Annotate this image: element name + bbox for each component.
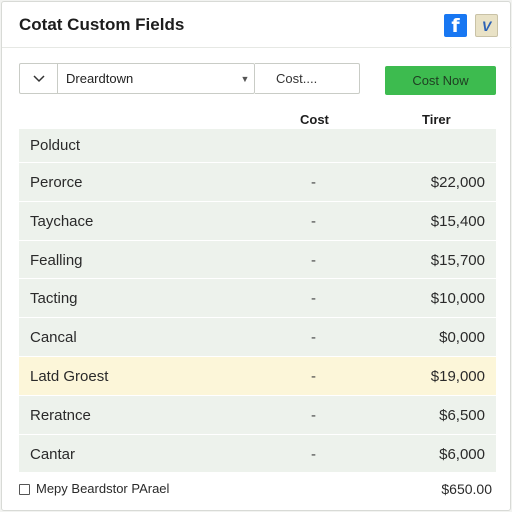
row-cost: - [311,367,316,385]
custom-fields-panel: Cotat Custom Fields f V Dreardtown ▼ Cos… [1,1,512,511]
row-price: $0,000 [439,329,485,347]
facebook-icon[interactable]: f [444,14,467,37]
table-row[interactable]: Tacting - $10,000 [19,279,496,319]
row-name: Perorce [30,174,83,191]
row-price: $6,000 [439,445,485,463]
table-row[interactable]: Taychace - $15,400 [19,201,496,241]
table-header-row: Polduct [19,129,496,163]
row-cost: - [311,290,316,308]
row-name: Reratnce [30,406,91,424]
row-cost: - [311,251,316,269]
row-price: $10,000 [430,290,485,308]
table-row[interactable]: Fealling - $15,700 [19,240,496,280]
caret-down-icon: ▼ [240,73,250,84]
row-name: Polduct [30,137,81,154]
cost-input[interactable] [255,63,360,94]
row-price: $6,500 [439,406,485,424]
row-price: $22,000 [430,174,485,191]
row-name: Cantar [30,445,76,463]
row-price: $15,700 [430,251,485,269]
table-row-highlighted[interactable]: Latd Groest - $19,000 [19,356,496,396]
brand-icon[interactable]: V [475,14,498,37]
location-dropdown[interactable]: Dreardtown ▼ [19,63,255,94]
row-price: $15,400 [430,212,485,230]
row-name: Taychace [30,212,94,230]
footer-checkbox[interactable] [19,484,30,495]
footer-checkbox-label[interactable]: Mepy Beardstor PArael [36,481,169,496]
row-cost: - [311,329,316,347]
row-cost: - [311,406,316,424]
chevron-down-icon[interactable] [20,64,58,93]
fields-table: Polduct Perorce - $22,000 Taychace - $15… [19,129,496,474]
table-row[interactable]: Perorce - $22,000 [19,163,496,202]
row-price: $19,000 [430,367,485,385]
row-cost: - [311,445,316,463]
table-row[interactable]: Cancal - $0,000 [19,318,496,357]
page-title: Cotat Custom Fields [19,15,185,34]
row-cost: - [311,174,316,191]
row-cost: - [311,212,316,230]
column-header-cost[interactable]: Cost [300,112,329,127]
dropdown-value: Dreardtown [66,71,134,86]
table-row[interactable]: Reratnce - $6,500 [19,395,496,435]
row-name: Tacting [30,290,78,308]
panel-footer: Mepy Beardstor PArael $650.00 [19,481,496,501]
row-name: Latd Groest [30,367,109,385]
row-name: Cancal [30,329,77,347]
column-header-tier[interactable]: Tirer [422,112,451,127]
footer-total: $650.00 [441,481,492,497]
panel-header: Cotat Custom Fields f V [2,2,512,48]
table-row[interactable]: Cantar - $6,000 [19,434,496,474]
row-name: Fealling [30,251,83,269]
cost-now-button[interactable]: Cost Now [385,66,496,95]
